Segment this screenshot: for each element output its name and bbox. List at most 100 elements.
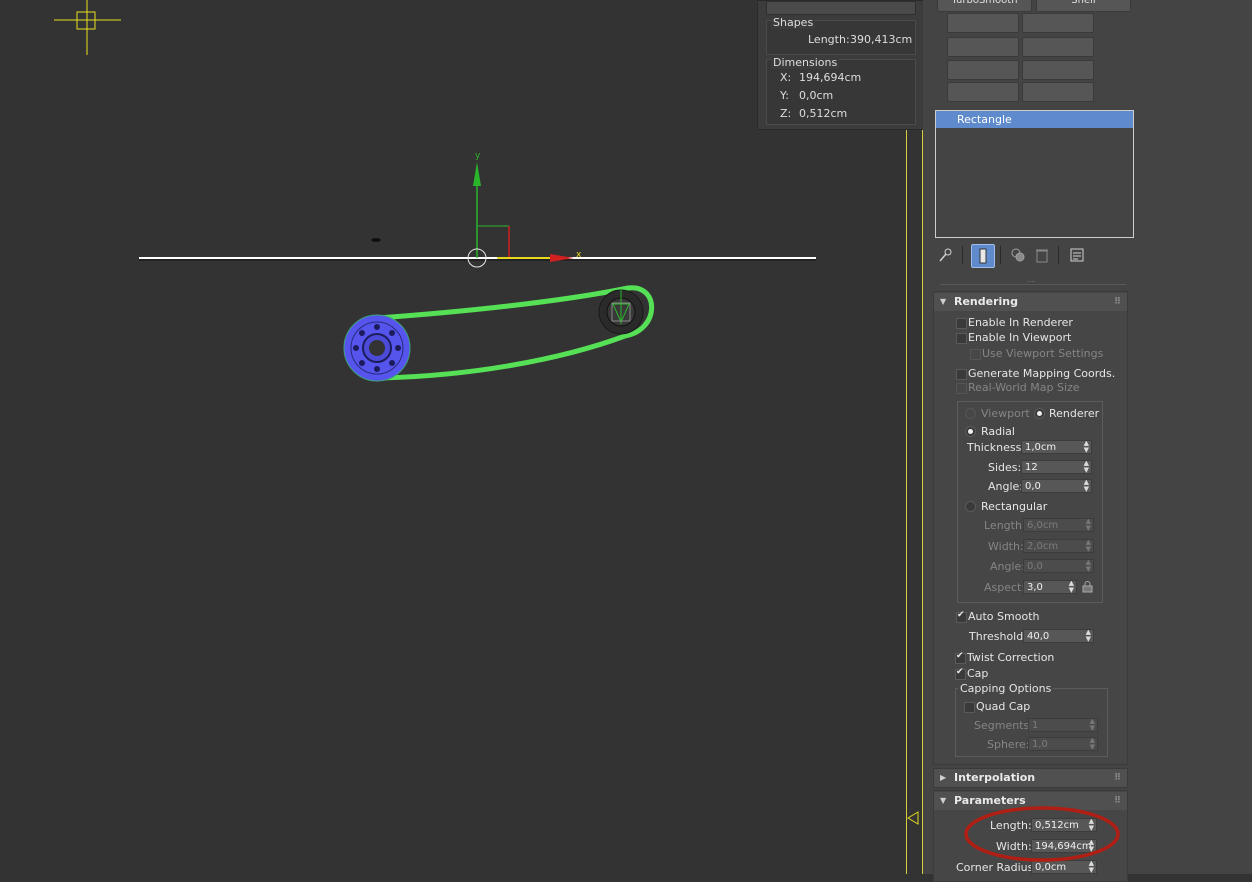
radial-label: Radial [981, 425, 1015, 438]
auto-smooth-label: Auto Smooth [968, 610, 1040, 623]
small-sprocket-object[interactable] [598, 289, 644, 335]
show-end-result-icon[interactable] [971, 244, 995, 268]
rectangular-radio[interactable] [965, 501, 976, 512]
quad-cap-checkbox[interactable] [964, 702, 975, 713]
dimensions-group: Dimensions X: 194,694cm Y: 0,0cm Z: 0,51… [766, 56, 916, 125]
dimensions-label: Dimensions [771, 56, 840, 69]
modifier-set-button-5[interactable] [947, 60, 1019, 80]
viewport-border [906, 120, 907, 874]
enable-in-renderer-label: Enable In Renderer [968, 316, 1073, 329]
radial-radio[interactable] [965, 426, 976, 437]
generate-mapping-checkbox[interactable] [956, 369, 967, 380]
configure-modifier-sets-icon[interactable] [1068, 246, 1086, 264]
spinner-arrows-icon[interactable]: ▲ ▼ [1069, 581, 1074, 593]
quad-cap-label: Quad Cap [976, 700, 1031, 713]
rect-angle-value: 0,0 [1027, 561, 1043, 572]
twist-correction-checkbox[interactable] [955, 651, 966, 664]
enable-in-viewport-label: Enable In Viewport [968, 331, 1072, 344]
sides-label: Sides: [988, 461, 1022, 474]
spinner-arrows-icon[interactable]: ▲ ▼ [1086, 519, 1091, 531]
angle-value: 0,0 [1025, 481, 1041, 492]
segments-value: 1 [1032, 720, 1039, 731]
viewport-radio[interactable] [965, 408, 976, 419]
modifier-stack-list[interactable] [935, 110, 1134, 238]
modifier-set-button-7[interactable] [947, 82, 1019, 102]
dim-x-value: 194,694cm [799, 71, 862, 84]
generate-mapping-label: Generate Mapping Coords. [968, 367, 1116, 380]
modifier-set-button-8[interactable] [1022, 82, 1094, 102]
use-viewport-settings-checkbox[interactable] [970, 349, 981, 360]
sphere-label: Sphere: [987, 738, 1030, 751]
aspect-spinner[interactable]: 3,0 ▲ ▼ [1023, 580, 1077, 594]
renderer-radio[interactable] [1034, 408, 1045, 419]
interpolation-rollout: ▶ Interpolation ⠿ [933, 768, 1128, 788]
sides-value: 12 [1025, 462, 1038, 473]
gear-object[interactable] [343, 314, 411, 382]
time-slider-arrow-icon[interactable] [907, 811, 919, 825]
thickness-value: 1,0cm [1025, 442, 1057, 453]
use-viewport-settings-label: Use Viewport Settings [982, 347, 1104, 360]
real-world-map-checkbox[interactable] [956, 383, 967, 394]
modifier-set-button-3[interactable] [947, 37, 1019, 57]
stack-item-rectangle[interactable]: Rectangle [936, 111, 1133, 128]
spinner-arrows-icon[interactable]: ▲ ▼ [1090, 719, 1095, 731]
angle-spinner[interactable]: 0,0 ▲ ▼ [1021, 479, 1092, 493]
spinner-arrows-icon[interactable]: ▲ ▼ [1084, 441, 1089, 453]
annotation-ellipse [964, 806, 1120, 862]
spinner-arrows-icon[interactable]: ▲ ▼ [1086, 560, 1091, 572]
auto-smooth-checkbox[interactable] [956, 610, 967, 623]
spinner-arrows-icon[interactable]: ▲ ▼ [1084, 461, 1089, 473]
cap-checkbox[interactable] [955, 667, 966, 680]
rect-width-value: 2,0cm [1027, 541, 1059, 552]
crosshair-cursor-icon [54, 0, 121, 55]
enable-in-viewport-checkbox[interactable] [956, 333, 967, 344]
thickness-label: Thickness: [967, 441, 1026, 454]
shell-button[interactable]: Shell [1036, 0, 1131, 12]
modifier-set-button-4[interactable] [1022, 37, 1094, 57]
rectangular-label: Rectangular [981, 500, 1048, 513]
rollout-grip-icon: ⠿ [1113, 297, 1121, 307]
spinner-arrows-icon[interactable]: ▲ ▼ [1084, 480, 1089, 492]
renderer-radio-label: Renderer [1049, 407, 1100, 420]
rect-width-spinner[interactable]: 2,0cm ▲ ▼ [1023, 539, 1094, 553]
aspect-label: Aspect: [984, 581, 1026, 594]
rect-length-spinner[interactable]: 6,0cm ▲ ▼ [1023, 518, 1094, 532]
transform-gizmo[interactable] [467, 162, 574, 268]
make-unique-icon[interactable] [1009, 246, 1027, 264]
threshold-label: Threshold: [969, 630, 1027, 643]
rect-length-label: Length: [984, 519, 1026, 532]
gizmo-x-label: x [576, 250, 582, 260]
shapes-length-label: Length: [808, 33, 850, 46]
thickness-spinner[interactable]: 1,0cm ▲ ▼ [1021, 440, 1092, 454]
shapes-label: Shapes [771, 16, 816, 29]
expand-triangle-icon: ▶ [940, 773, 947, 782]
enable-in-renderer-checkbox[interactable] [956, 318, 967, 329]
modifier-set-button-1[interactable] [947, 13, 1019, 33]
lock-aspect-icon[interactable] [1082, 581, 1093, 593]
rendering-rollout-header[interactable]: ▼ Rendering ⠿ [934, 293, 1127, 311]
toolbar-divider [1000, 246, 1001, 264]
threshold-value: 40,0 [1027, 631, 1050, 642]
rollout-grip-icon: ⠿ [1113, 773, 1121, 783]
turbosmooth-button[interactable]: TurboSmooth [937, 0, 1032, 12]
sides-spinner[interactable]: 12 ▲ ▼ [1021, 460, 1092, 474]
rect-width-label: Width: [988, 540, 1024, 553]
viewport-scene[interactable]: y x [0, 0, 906, 874]
measure-top-button[interactable] [766, 1, 916, 15]
twist-correction-label: Twist Correction [967, 651, 1055, 664]
spinner-arrows-icon[interactable]: ▲ ▼ [1086, 540, 1091, 552]
rect-angle-spinner[interactable]: 0,0 ▲ ▼ [1023, 559, 1094, 573]
sphere-spinner[interactable]: 1,0 ▲ ▼ [1028, 737, 1098, 751]
remove-modifier-icon[interactable] [1033, 246, 1051, 264]
spinner-arrows-icon[interactable]: ▲ ▼ [1090, 738, 1095, 750]
segments-spinner[interactable]: 1 ▲ ▼ [1028, 718, 1098, 732]
collapse-triangle-icon: ▼ [940, 297, 947, 306]
modifier-set-button-6[interactable] [1022, 60, 1094, 80]
interpolation-rollout-header[interactable]: ▶ Interpolation ⠿ [934, 769, 1127, 787]
pin-stack-icon[interactable] [936, 246, 954, 264]
threshold-spinner[interactable]: 40,0 ▲ ▼ [1023, 629, 1094, 643]
resize-handle-icon[interactable]: ···· [1027, 279, 1041, 286]
modifier-set-button-2[interactable] [1022, 13, 1094, 33]
spinner-arrows-icon[interactable]: ▲ ▼ [1086, 630, 1091, 642]
measure-utility-panel: Shapes Length: 390,413cm Dimensions X: 1… [757, 0, 924, 130]
